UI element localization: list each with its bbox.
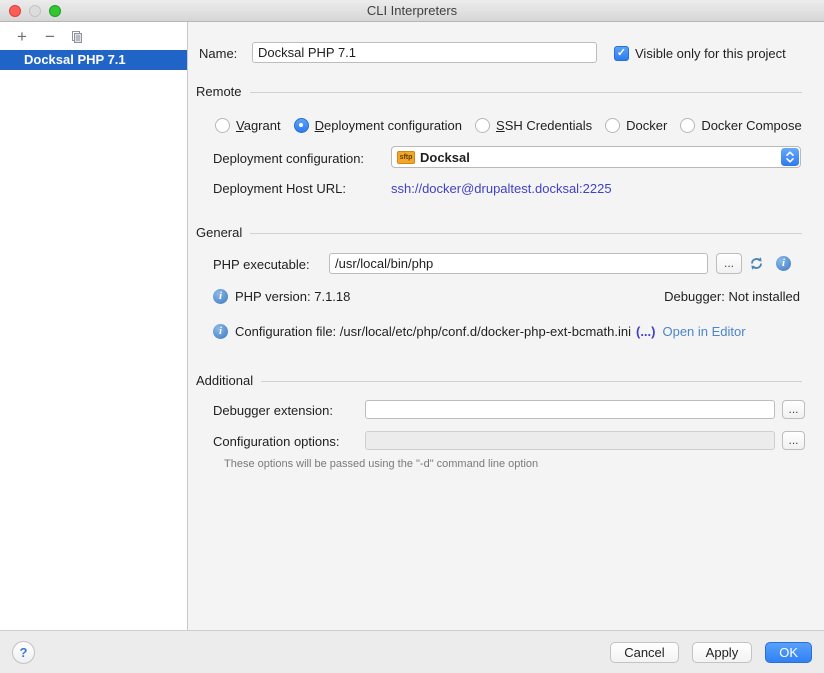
open-in-editor-link[interactable]: Open in Editor — [662, 324, 745, 339]
additional-section-label: Additional — [196, 373, 253, 388]
radio-label: Docker — [626, 118, 667, 133]
php-version-text: PHP version: 7.1.18 — [235, 289, 350, 304]
deployment-host-url-label: Deployment Host URL: — [213, 181, 346, 196]
radio-button — [294, 118, 309, 133]
remove-interpreter-button[interactable]: − — [42, 30, 58, 44]
visible-only-checkbox[interactable]: ✓ — [614, 46, 629, 61]
debugger-extension-label: Debugger extension: — [213, 403, 333, 418]
deployment-configuration-label: Deployment configuration: — [213, 151, 364, 166]
zoom-window-button[interactable] — [49, 5, 61, 17]
general-section-label: General — [196, 225, 242, 240]
radio-button — [605, 118, 620, 133]
php-executable-input[interactable] — [329, 253, 708, 274]
window-controls — [9, 5, 61, 17]
sidebar-item-docksal-php[interactable]: Docksal PHP 7.1 — [0, 50, 187, 70]
apply-button[interactable]: Apply — [692, 642, 753, 663]
configuration-options-browse-button[interactable]: ... — [782, 431, 805, 450]
configuration-file-text: Configuration file: /usr/local/etc/php/c… — [235, 324, 631, 339]
debugger-extension-browse-button[interactable]: ... — [782, 400, 805, 419]
sidebar-toolbar: + − — [0, 22, 187, 50]
close-window-button[interactable] — [9, 5, 21, 17]
add-interpreter-button[interactable]: + — [14, 30, 30, 44]
radio-button — [475, 118, 490, 133]
radio-vagrant[interactable]: Vagrant — [215, 118, 281, 133]
configuration-options-input[interactable] — [365, 431, 775, 450]
php-executable-label: PHP executable: — [213, 257, 310, 272]
debugger-extension-input[interactable] — [365, 400, 775, 419]
interpreters-sidebar: + − Docksal PHP 7.1 — [0, 22, 188, 630]
ok-button[interactable]: OK — [765, 642, 812, 663]
window-title: CLI Interpreters — [367, 3, 457, 18]
radio-button — [215, 118, 230, 133]
deployment-configuration-value: Docksal — [420, 150, 470, 165]
radio-docker[interactable]: Docker — [605, 118, 667, 133]
configuration-options-label: Configuration options: — [213, 434, 339, 449]
radio-deployment-configuration[interactable]: Deployment configuration — [294, 118, 462, 133]
titlebar: CLI Interpreters — [0, 0, 824, 22]
php-executable-browse-button[interactable]: ... — [716, 253, 742, 274]
info-icon: i — [213, 324, 228, 339]
info-icon[interactable]: i — [776, 256, 791, 271]
options-note-text: These options will be passed using the "… — [224, 458, 538, 470]
radio-ssh-credentials[interactable]: SSH Credentials — [475, 118, 592, 133]
radio-label: SSH Credentials — [496, 118, 592, 133]
cancel-button[interactable]: Cancel — [610, 642, 678, 663]
radio-docker-compose[interactable]: Docker Compose — [680, 118, 801, 133]
info-icon: i — [213, 289, 228, 304]
minimize-window-button — [29, 5, 41, 17]
radio-button — [680, 118, 695, 133]
cli-interpreters-dialog: CLI Interpreters + − Docksal PHP 7.1 — [0, 0, 824, 673]
deployment-host-url-link[interactable]: ssh://docker@drupaltest.docksal:2225 — [391, 181, 612, 196]
visible-only-checkbox-label: Visible only for this project — [635, 46, 786, 61]
name-label: Name: — [199, 46, 237, 61]
configuration-file-ellipsis-link[interactable]: (...) — [636, 324, 656, 339]
radio-label: Docker Compose — [701, 118, 801, 133]
name-input[interactable] — [252, 42, 597, 63]
interpreter-settings-panel: Name: ✓ Visible only for this project Re… — [188, 22, 824, 630]
reload-icon[interactable] — [748, 255, 765, 272]
chevron-up-down-icon — [781, 148, 799, 166]
sftp-badge-icon: sftp — [397, 151, 415, 164]
section-divider — [250, 92, 802, 93]
help-button[interactable]: ? — [12, 641, 35, 664]
dialog-footer: ? Cancel Apply OK — [0, 630, 824, 673]
copy-interpreter-icon[interactable] — [70, 30, 86, 44]
remote-section-label: Remote — [196, 84, 242, 99]
section-divider — [261, 381, 802, 382]
section-divider — [250, 233, 802, 234]
radio-label: Deployment configuration — [315, 118, 462, 133]
debugger-status-text: Debugger: Not installed — [664, 289, 800, 304]
deployment-configuration-select[interactable]: sftp Docksal — [391, 146, 801, 168]
radio-label: Vagrant — [236, 118, 281, 133]
